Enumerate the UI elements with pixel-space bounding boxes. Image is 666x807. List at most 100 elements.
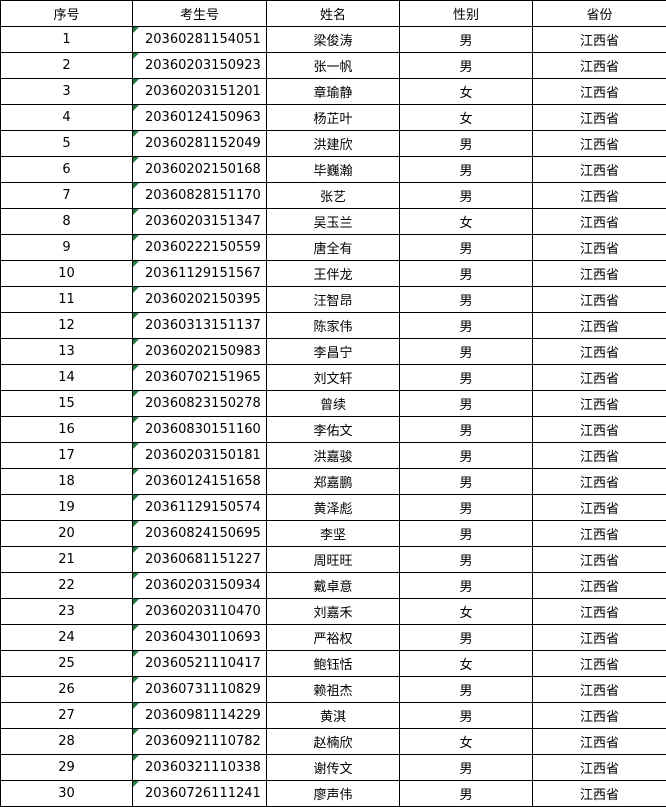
cell-exam-id[interactable]: 20360823150278 xyxy=(132,390,267,417)
cell-seq[interactable]: 26 xyxy=(0,676,133,703)
cell-seq[interactable]: 15 xyxy=(0,390,133,417)
cell-province[interactable]: 江西省 xyxy=(532,286,666,313)
cell-gender[interactable]: 男 xyxy=(399,572,533,599)
cell-exam-id[interactable]: 20360203150934 xyxy=(132,572,267,599)
cell-exam-id[interactable]: 20360202150983 xyxy=(132,338,267,365)
cell-province[interactable]: 江西省 xyxy=(532,754,666,781)
cell-exam-id[interactable]: 20360203151347 xyxy=(132,208,267,235)
cell-seq[interactable]: 18 xyxy=(0,468,133,495)
cell-seq[interactable]: 20 xyxy=(0,520,133,547)
cell-seq[interactable]: 2 xyxy=(0,52,133,79)
cell-exam-id[interactable]: 20360824150695 xyxy=(132,520,267,547)
cell-province[interactable]: 江西省 xyxy=(532,468,666,495)
cell-name[interactable]: 洪嘉骏 xyxy=(266,442,400,469)
cell-name[interactable]: 鲍钰恬 xyxy=(266,650,400,677)
cell-seq[interactable]: 29 xyxy=(0,754,133,781)
cell-province[interactable]: 江西省 xyxy=(532,390,666,417)
cell-exam-id[interactable]: 20360203150923 xyxy=(132,52,267,79)
cell-name[interactable]: 唐全有 xyxy=(266,234,400,261)
cell-province[interactable]: 江西省 xyxy=(532,650,666,677)
cell-gender[interactable]: 男 xyxy=(399,520,533,547)
cell-seq[interactable]: 6 xyxy=(0,156,133,183)
cell-exam-id[interactable]: 20360124151658 xyxy=(132,468,267,495)
cell-gender[interactable]: 男 xyxy=(399,442,533,469)
cell-name[interactable]: 王伴龙 xyxy=(266,260,400,287)
cell-name[interactable]: 赵楠欣 xyxy=(266,728,400,755)
cell-province[interactable]: 江西省 xyxy=(532,442,666,469)
cell-province[interactable]: 江西省 xyxy=(532,546,666,573)
cell-province[interactable]: 江西省 xyxy=(532,130,666,157)
cell-name[interactable]: 曾续 xyxy=(266,390,400,417)
cell-exam-id[interactable]: 20360681151227 xyxy=(132,546,267,573)
cell-name[interactable]: 赖祖杰 xyxy=(266,676,400,703)
cell-province[interactable]: 江西省 xyxy=(532,676,666,703)
cell-name[interactable]: 李佑文 xyxy=(266,416,400,443)
cell-province[interactable]: 江西省 xyxy=(532,52,666,79)
header-cell-exam-id[interactable]: 考生号 xyxy=(132,0,267,27)
cell-gender[interactable]: 男 xyxy=(399,234,533,261)
cell-name[interactable]: 周旺旺 xyxy=(266,546,400,573)
cell-name[interactable]: 汪智昂 xyxy=(266,286,400,313)
cell-gender[interactable]: 男 xyxy=(399,624,533,651)
cell-seq[interactable]: 14 xyxy=(0,364,133,391)
cell-gender[interactable]: 女 xyxy=(399,208,533,235)
cell-name[interactable]: 陈家伟 xyxy=(266,312,400,339)
cell-province[interactable]: 江西省 xyxy=(532,182,666,209)
cell-province[interactable]: 江西省 xyxy=(532,494,666,521)
cell-seq[interactable]: 9 xyxy=(0,234,133,261)
cell-exam-id[interactable]: 20361129151567 xyxy=(132,260,267,287)
cell-name[interactable]: 廖声伟 xyxy=(266,780,400,807)
cell-gender[interactable]: 男 xyxy=(399,130,533,157)
cell-exam-id[interactable]: 20360830151160 xyxy=(132,416,267,443)
cell-seq[interactable]: 13 xyxy=(0,338,133,365)
cell-gender[interactable]: 男 xyxy=(399,26,533,53)
cell-exam-id[interactable]: 20360702151965 xyxy=(132,364,267,391)
cell-province[interactable]: 江西省 xyxy=(532,260,666,287)
cell-gender[interactable]: 女 xyxy=(399,598,533,625)
cell-name[interactable]: 张一帆 xyxy=(266,52,400,79)
cell-gender[interactable]: 男 xyxy=(399,754,533,781)
cell-exam-id[interactable]: 20360321110338 xyxy=(132,754,267,781)
cell-seq[interactable]: 25 xyxy=(0,650,133,677)
cell-gender[interactable]: 女 xyxy=(399,104,533,131)
header-cell-gender[interactable]: 性别 xyxy=(399,0,533,27)
cell-name[interactable]: 张艺 xyxy=(266,182,400,209)
cell-exam-id[interactable]: 20360202150168 xyxy=(132,156,267,183)
cell-name[interactable]: 黄淇 xyxy=(266,702,400,729)
cell-province[interactable]: 江西省 xyxy=(532,520,666,547)
cell-exam-id[interactable]: 20360203151201 xyxy=(132,78,267,105)
cell-exam-id[interactable]: 20360281154051 xyxy=(132,26,267,53)
cell-name[interactable]: 吴玉兰 xyxy=(266,208,400,235)
cell-province[interactable]: 江西省 xyxy=(532,624,666,651)
cell-seq[interactable]: 5 xyxy=(0,130,133,157)
cell-name[interactable]: 李坚 xyxy=(266,520,400,547)
cell-seq[interactable]: 27 xyxy=(0,702,133,729)
cell-province[interactable]: 江西省 xyxy=(532,364,666,391)
cell-exam-id[interactable]: 20360981114229 xyxy=(132,702,267,729)
cell-gender[interactable]: 男 xyxy=(399,52,533,79)
cell-seq[interactable]: 30 xyxy=(0,780,133,807)
cell-gender[interactable]: 女 xyxy=(399,650,533,677)
cell-province[interactable]: 江西省 xyxy=(532,338,666,365)
cell-seq[interactable]: 7 xyxy=(0,182,133,209)
cell-province[interactable]: 江西省 xyxy=(532,572,666,599)
cell-name[interactable]: 戴卓意 xyxy=(266,572,400,599)
cell-seq[interactable]: 23 xyxy=(0,598,133,625)
cell-name[interactable]: 刘嘉禾 xyxy=(266,598,400,625)
cell-name[interactable]: 毕巍瀚 xyxy=(266,156,400,183)
cell-name[interactable]: 杨芷叶 xyxy=(266,104,400,131)
cell-province[interactable]: 江西省 xyxy=(532,104,666,131)
cell-gender[interactable]: 男 xyxy=(399,676,533,703)
cell-gender[interactable]: 男 xyxy=(399,702,533,729)
cell-gender[interactable]: 女 xyxy=(399,728,533,755)
header-cell-province[interactable]: 省份 xyxy=(532,0,666,27)
cell-province[interactable]: 江西省 xyxy=(532,208,666,235)
cell-province[interactable]: 江西省 xyxy=(532,780,666,807)
cell-gender[interactable]: 男 xyxy=(399,494,533,521)
cell-gender[interactable]: 女 xyxy=(399,78,533,105)
cell-exam-id[interactable]: 20360203150181 xyxy=(132,442,267,469)
cell-gender[interactable]: 男 xyxy=(399,416,533,443)
cell-name[interactable]: 黄泽彪 xyxy=(266,494,400,521)
cell-exam-id[interactable]: 20360222150559 xyxy=(132,234,267,261)
cell-name[interactable]: 梁俊涛 xyxy=(266,26,400,53)
